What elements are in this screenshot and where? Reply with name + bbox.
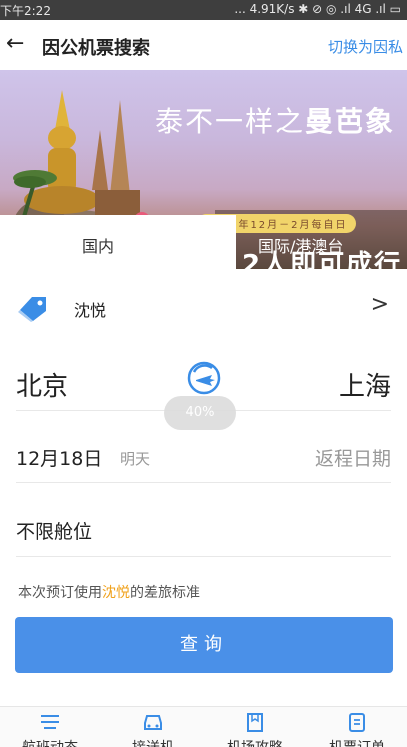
- nav-airport-guide-label: 机场攻略: [205, 737, 305, 747]
- divider: [16, 482, 391, 483]
- search-button[interactable]: 查询: [15, 617, 393, 673]
- return-date-field[interactable]: 返程日期: [315, 444, 391, 471]
- guide-icon: [247, 713, 263, 732]
- nav-airport-guide[interactable]: 机场攻略: [205, 707, 305, 747]
- nav-flight-status[interactable]: 航班动态: [0, 707, 100, 747]
- chevron-right-icon: >: [370, 292, 389, 317]
- cabin-class-select[interactable]: 不限舱位: [16, 517, 92, 544]
- bottom-nav: 航班动态 接送机 机场攻略 机票订单: [0, 706, 407, 747]
- arrival-city[interactable]: 上海: [339, 366, 391, 403]
- policy-prefix: 本次预订使用: [18, 585, 102, 601]
- tab-domestic[interactable]: 国内: [0, 215, 236, 269]
- status-time: 下午2:22: [0, 4, 51, 18]
- departure-city[interactable]: 北京: [16, 366, 68, 403]
- cabin-row[interactable]: 不限舱位: [0, 503, 407, 557]
- back-arrow-icon[interactable]: ←: [6, 31, 24, 56]
- nav-transfer-label: 接送机: [103, 737, 203, 747]
- car-icon: [144, 715, 162, 730]
- tab-international-label: 国际/港澳台: [258, 237, 344, 256]
- plane-swap-icon[interactable]: [186, 360, 222, 396]
- travel-policy-note: 本次预订使用沈悦的差旅标准: [18, 582, 200, 602]
- departure-date[interactable]: 12月18日: [16, 444, 102, 471]
- banner-slogan-prefix: 泰不一样之: [155, 105, 306, 138]
- nav-orders-label: 机票订单: [307, 737, 407, 747]
- order-icon: [349, 713, 365, 732]
- banner-slogan-highlight: 曼芭象: [305, 105, 396, 138]
- nav-orders[interactable]: 机票订单: [307, 707, 407, 747]
- nav-transfer[interactable]: 接送机: [103, 707, 203, 747]
- route-type-tabs: 国内 国际/港澳台: [0, 215, 407, 269]
- divider: [16, 556, 391, 557]
- tab-slant-shape: [212, 215, 236, 269]
- app-header: ← 因公机票搜索 切换为因私: [0, 20, 407, 70]
- page-title: 因公机票搜索: [42, 38, 150, 59]
- policy-suffix: 的差旅标准: [130, 585, 200, 601]
- departure-relative-day: 明天: [120, 450, 151, 468]
- loading-toast: 40%: [164, 396, 236, 430]
- tag-icon: [18, 297, 46, 322]
- traveler-name: 沈悦: [74, 301, 107, 320]
- tab-domestic-label: 国内: [82, 237, 115, 256]
- flight-status-icon: [41, 715, 59, 729]
- date-row: 12月18日 明天 返程日期: [0, 430, 407, 482]
- banner-slogan: 泰不一样之曼芭象: [155, 100, 395, 140]
- policy-traveler-name[interactable]: 沈悦: [102, 585, 130, 601]
- status-indicators: ... 4.91K/s ✱ ⊘ ◎ .ıl 4G .ıl ▭: [234, 2, 401, 16]
- switch-to-private-link[interactable]: 切换为因私: [328, 36, 403, 57]
- nav-flight-status-label: 航班动态: [0, 737, 100, 747]
- status-bar: 下午2:22 ... 4.91K/s ✱ ⊘ ◎ .ıl 4G .ıl ▭: [0, 0, 407, 20]
- travel-standard-row[interactable]: 沈悦 >: [0, 270, 407, 344]
